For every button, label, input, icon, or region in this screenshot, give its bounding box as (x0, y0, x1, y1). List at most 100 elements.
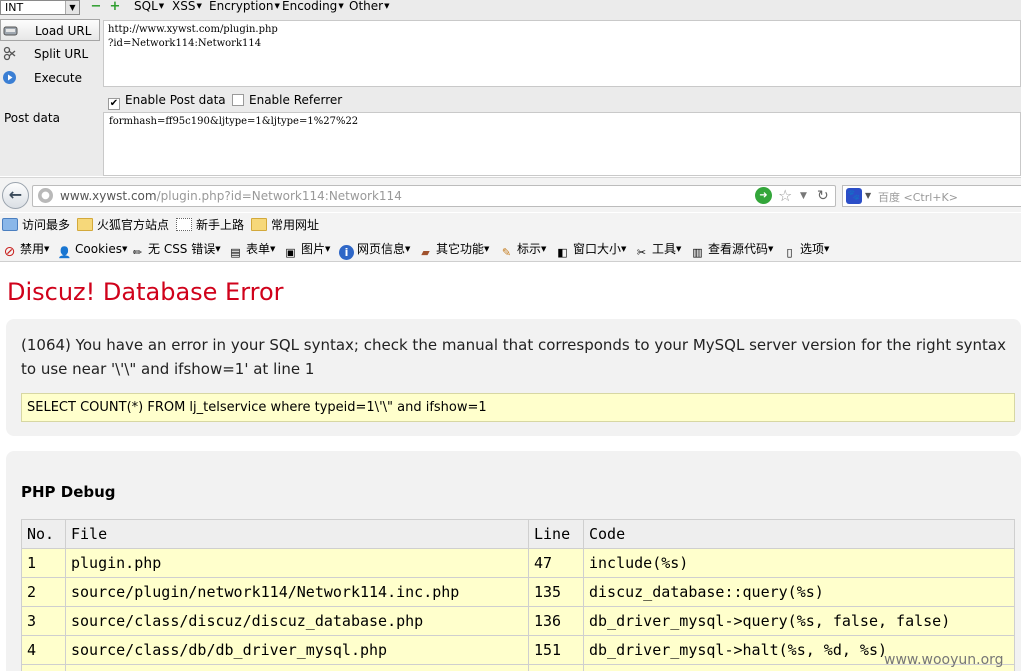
bookmark-label: 访问最多 (22, 218, 71, 232)
search-bar[interactable]: 🐾 ▼ 百度 <Ctrl+K> (842, 185, 1021, 207)
table-row: 4 source/class/db/db_driver_mysql.php 15… (21, 635, 1015, 665)
devbar-images[interactable]: ▣ 图片▼ (283, 241, 330, 260)
column-header: File (65, 519, 529, 549)
info-icon: i (339, 245, 354, 260)
go-arrow-icon[interactable]: ➜ (755, 187, 772, 204)
devbar-info[interactable]: i 网页信息▼ (339, 241, 410, 260)
most-visited-icon (2, 218, 18, 231)
chevron-down-icon: ▼ (44, 245, 50, 253)
execute-button[interactable]: Execute (0, 67, 100, 89)
chevron-down-icon: ▼ (196, 2, 202, 10)
folder-icon (77, 218, 93, 231)
devbar-label: 其它功能 (436, 242, 485, 256)
enable-post-checkbox[interactable]: ✔ Enable Post data (108, 93, 226, 110)
devbar-misc[interactable]: ▰ 其它功能▼ (418, 241, 489, 260)
table-cell: 47 (528, 548, 584, 578)
reload-icon[interactable]: ↻ (817, 186, 829, 206)
address-text: www.xywst.com/plugin.php?id=Network114:N… (60, 189, 402, 203)
page-content: Discuz! Database Error (1064) You have a… (0, 262, 1021, 671)
chevron-down-icon: ▼ (541, 245, 547, 253)
back-arrow-icon: ← (8, 185, 23, 204)
devbar-options[interactable]: ▯ 选项▼ (782, 241, 829, 260)
post-data-label: Post data (4, 111, 60, 125)
pencil-icon: ✏ (132, 246, 143, 259)
menu-encryption[interactable]: Encryption▼ (209, 0, 280, 13)
address-bar[interactable]: ● www.xywst.com/plugin.php?id=Network114… (32, 185, 836, 207)
user-icon: 👤 (57, 246, 72, 259)
menu-other[interactable]: Other▼ (349, 0, 389, 13)
devbar-view-source[interactable]: ▥ 查看源代码▼ (690, 241, 773, 260)
load-url-label: Load URL (35, 24, 92, 38)
chevron-down-icon[interactable]: ▼ (865, 187, 871, 205)
table-cell: source/plugin/network114/Network114.inc.… (65, 577, 529, 607)
devbar-label: 表单 (246, 242, 271, 256)
folder-icon (251, 218, 267, 231)
error-title: Discuz! Database Error (7, 278, 284, 306)
watermark: www.wooyun.org (884, 652, 1004, 668)
minus-icon[interactable]: − (90, 0, 102, 13)
url-textarea[interactable]: http://www.xywst.com/plugin.php ?id=Netw… (103, 20, 1021, 87)
enable-referrer-checkbox[interactable]: Enable Referrer (232, 93, 342, 107)
plus-icon[interactable]: + (109, 0, 121, 13)
chevron-down-icon: ▼ (338, 2, 344, 10)
bookmark-firefox-site[interactable]: 火狐官方站点 (77, 217, 169, 233)
table-cell: 136 (528, 606, 584, 636)
chevron-down-icon: ▼ (384, 2, 390, 10)
devbar-tools[interactable]: ✂ 工具▼ (634, 241, 682, 260)
devbar-forms[interactable]: ▤ 表单▼ (228, 241, 275, 260)
devbar-disable[interactable]: ⊘ 禁用▼ (2, 241, 50, 260)
chevron-down-icon: ▼ (158, 2, 165, 10)
chevron-down-icon: ▼ (274, 2, 280, 10)
menu-sql-label: SQL (134, 0, 158, 13)
devbar-resize[interactable]: ◧ 窗口大小▼ (555, 241, 626, 260)
devbar-label: 查看源代码 (708, 242, 769, 256)
table-row: 2 source/plugin/network114/Network114.in… (21, 577, 1015, 607)
scissors-icon (2, 46, 17, 61)
hackbar-menu-bar: INT ▼ − + SQL▼ XSS▼ Encryption▼ Encoding… (0, 0, 1021, 15)
back-button[interactable]: ← (2, 182, 29, 209)
devbar-css[interactable]: ✏ 无 CSS 错误▼ (130, 241, 221, 260)
devbar-cookies[interactable]: 👤 Cookies▼ (57, 241, 128, 260)
address-path: /plugin.php?id=Network114:Network114 (156, 189, 402, 203)
split-url-label: Split URL (34, 47, 89, 61)
chevron-down-icon: ▼ (215, 245, 221, 253)
table-cell (528, 664, 584, 671)
baidu-paw-icon[interactable]: 🐾 (846, 188, 862, 204)
hackbar-panel: Load URL Split URL Execute http://www.xy… (0, 15, 1021, 176)
window-icon: ◧ (557, 246, 568, 259)
devbar-label: 禁用 (20, 242, 45, 256)
table-row (21, 664, 1015, 671)
chevron-down-icon: ▼ (676, 245, 682, 253)
bookmark-getting-started[interactable]: 新手上路 (176, 217, 244, 233)
chevron-down-icon[interactable]: ▼ (800, 186, 807, 206)
chevron-down-icon: ▼ (405, 245, 411, 253)
devbar-label: Cookies (75, 242, 122, 256)
menu-encoding[interactable]: Encoding▼ (282, 0, 344, 13)
post-data-textarea[interactable]: formhash=ff95c190&ljtype=1&ljtype=1%27%2… (103, 112, 1021, 176)
table-cell: 151 (528, 635, 584, 665)
search-placeholder: 百度 <Ctrl+K> (878, 191, 958, 204)
image-icon: ▣ (285, 246, 296, 259)
menu-xss[interactable]: XSS▼ (172, 0, 202, 13)
menu-xss-label: XSS (172, 0, 196, 13)
devbar-label: 标示 (517, 242, 542, 256)
chevron-down-icon: ▼ (768, 245, 774, 253)
bookmark-most-visited[interactable]: 访问最多 (2, 217, 70, 233)
devbar-label: 网页信息 (357, 242, 406, 256)
load-url-button[interactable]: Load URL (0, 19, 100, 41)
bookmark-common-sites[interactable]: 常用网址 (251, 217, 319, 233)
globe-icon: ● (38, 188, 53, 203)
devbar-outline[interactable]: ✎ 标示▼ (499, 241, 547, 260)
column-header: Line (528, 519, 584, 549)
bookmarks-bar: 访问最多 火狐官方站点 新手上路 常用网址 (0, 213, 1021, 237)
menu-sql[interactable]: SQL▼ (134, 0, 164, 13)
int-select[interactable]: INT ▼ (0, 0, 80, 15)
chevron-down-icon: ▼ (121, 245, 128, 253)
split-url-button[interactable]: Split URL (0, 43, 100, 65)
bookmark-star-icon[interactable]: ☆ (778, 186, 792, 206)
bookmark-label: 火狐官方站点 (97, 218, 170, 232)
table-cell: include(%s) (583, 548, 1015, 578)
table-header-row: No. File Line Code (21, 519, 1015, 549)
table-cell: source/class/discuz/discuz_database.php (65, 606, 529, 636)
page-icon (176, 218, 192, 231)
